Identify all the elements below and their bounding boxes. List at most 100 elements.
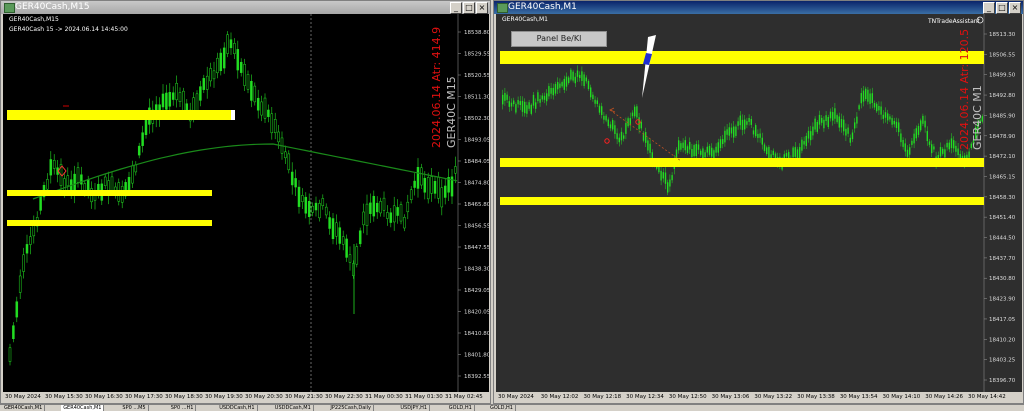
close-button[interactable]: × bbox=[1009, 2, 1021, 14]
time-label: 30 May 21:30 bbox=[285, 394, 323, 400]
candle bbox=[909, 147, 911, 155]
candle bbox=[942, 148, 944, 154]
candle bbox=[785, 153, 788, 157]
candle bbox=[382, 197, 386, 211]
candle bbox=[926, 131, 928, 142]
left-chart-window[interactable]: GER40Cash,M15 _ □ × GER40Cash,M15 GER40C… bbox=[0, 0, 491, 404]
support-zone-lower[interactable] bbox=[500, 197, 984, 205]
candle bbox=[515, 104, 517, 113]
maximize-button[interactable]: □ bbox=[463, 2, 475, 14]
candle bbox=[708, 145, 711, 155]
candle bbox=[46, 179, 49, 190]
left-chart-symbol: GER40Cash,M15 bbox=[9, 16, 59, 23]
right-chart-area[interactable]: GER40Cash,M1 TNTradeAssistant 2024.06.14… bbox=[496, 14, 1022, 392]
candle bbox=[572, 71, 574, 81]
left-price-chart[interactable]: GER40Cash,M15 GER40Cash 15 -> 2024.06.14… bbox=[3, 14, 491, 392]
minimize-button[interactable]: _ bbox=[450, 2, 462, 14]
candle bbox=[63, 178, 66, 192]
candle bbox=[66, 175, 70, 187]
chart-tab[interactable]: SP0 ...M5 bbox=[120, 405, 149, 411]
candle bbox=[671, 175, 673, 181]
candle bbox=[270, 113, 274, 134]
candle bbox=[521, 100, 524, 112]
candle bbox=[304, 196, 308, 214]
candle bbox=[680, 143, 682, 150]
chart-tab[interactable]: GOLD,H1 bbox=[488, 405, 516, 411]
chart-tab[interactable]: GER40Cash,M1 bbox=[61, 405, 105, 411]
panel-be-kl-button[interactable]: Panel Be/Kl bbox=[511, 31, 607, 47]
price-label: 18485.90 bbox=[989, 113, 1016, 119]
candle bbox=[372, 195, 376, 217]
candle bbox=[851, 132, 854, 140]
left-window-title: GER40Cash,M15 bbox=[15, 2, 90, 12]
support-zone-upper[interactable] bbox=[7, 190, 212, 196]
maximize-button[interactable]: □ bbox=[996, 2, 1008, 14]
candle bbox=[737, 121, 739, 126]
candle bbox=[928, 141, 931, 145]
candle bbox=[171, 92, 175, 100]
chart-tab[interactable]: GOLD,H1 bbox=[447, 405, 475, 411]
candle bbox=[922, 115, 924, 124]
price-label: 18472.10 bbox=[989, 154, 1016, 160]
resistance-zone[interactable] bbox=[500, 51, 984, 64]
candle bbox=[413, 180, 416, 188]
candle bbox=[199, 86, 202, 101]
time-label: 30 May 14:26 bbox=[925, 394, 963, 400]
chart-tab[interactable]: GER40Cash,M1 bbox=[2, 405, 46, 411]
candle bbox=[662, 172, 664, 179]
candle bbox=[876, 103, 878, 112]
candle bbox=[757, 133, 759, 138]
candle bbox=[744, 119, 746, 130]
right-price-chart[interactable]: GER40Cash,M1 TNTradeAssistant 2024.06.14… bbox=[496, 14, 1022, 392]
chart-tab[interactable]: USDJPY,H1 bbox=[398, 405, 431, 411]
candle bbox=[801, 139, 803, 151]
candle bbox=[165, 92, 168, 110]
candle bbox=[664, 172, 667, 184]
candle bbox=[939, 147, 942, 157]
candle bbox=[233, 43, 236, 54]
chart-tab[interactable]: USDDCash,H1 bbox=[217, 405, 258, 411]
left-chart-area[interactable]: GER40Cash,M15 GER40Cash 15 -> 2024.06.14… bbox=[3, 14, 491, 392]
ea-label: TNTradeAssistant bbox=[927, 18, 981, 25]
resistance-zone[interactable] bbox=[7, 110, 233, 120]
candle bbox=[840, 119, 843, 128]
price-label: 18513.30 bbox=[989, 32, 1016, 38]
minimize-button[interactable]: _ bbox=[983, 2, 995, 14]
candle bbox=[867, 89, 869, 102]
price-label: 18429.05 bbox=[464, 288, 489, 294]
left-window-titlebar[interactable]: GER40Cash,M15 _ □ × bbox=[1, 1, 490, 14]
candle bbox=[889, 116, 891, 120]
time-label: 30 May 14:42 bbox=[968, 394, 1006, 400]
right-chart-window[interactable]: GER40Cash,M1 _ □ × GER40Cash,M1 TNTradeA… bbox=[493, 0, 1024, 404]
zone-handle[interactable] bbox=[231, 110, 235, 120]
candle bbox=[860, 93, 862, 104]
time-label: 30 May 12:18 bbox=[583, 394, 621, 400]
price-label: 18511.30 bbox=[464, 95, 489, 101]
candle bbox=[755, 125, 757, 137]
price-label: 18529.55 bbox=[464, 52, 489, 58]
support-zone-lower[interactable] bbox=[7, 220, 212, 226]
right-watermark-atr: 2024.06.14 Atr: 120.5 bbox=[958, 29, 971, 150]
price-label: 18447.55 bbox=[464, 245, 489, 251]
price-label: 18410.20 bbox=[989, 337, 1016, 343]
candle bbox=[539, 98, 541, 103]
candle bbox=[772, 150, 774, 156]
chart-tab[interactable]: JP225Cash,Daily bbox=[328, 405, 374, 411]
candle bbox=[832, 112, 834, 121]
candle bbox=[821, 117, 823, 123]
time-label: 30 May 12:34 bbox=[626, 394, 664, 400]
candle bbox=[52, 160, 56, 169]
chart-tab[interactable]: USDDCash,M1 bbox=[273, 405, 314, 411]
candle bbox=[8, 347, 12, 362]
candle bbox=[603, 115, 605, 120]
close-button[interactable]: × bbox=[476, 2, 488, 14]
candle bbox=[814, 118, 816, 130]
candle bbox=[904, 143, 906, 152]
candle bbox=[893, 120, 895, 125]
right-window-titlebar[interactable]: GER40Cash,M1 _ □ × bbox=[494, 1, 1023, 14]
support-zone-upper[interactable] bbox=[500, 158, 984, 167]
chart-tab[interactable]: SP0 ...H1 bbox=[169, 405, 197, 411]
time-label: 31 May 00:30 bbox=[365, 394, 403, 400]
candle bbox=[689, 141, 691, 150]
candle bbox=[318, 203, 321, 219]
